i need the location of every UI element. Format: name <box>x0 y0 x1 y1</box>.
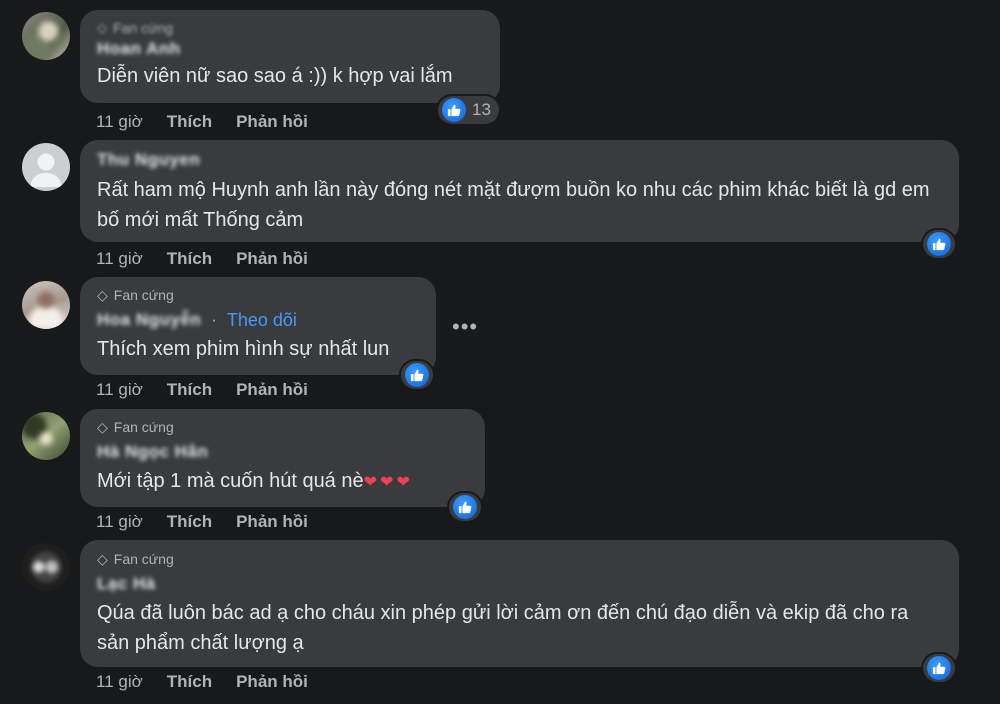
reply-button[interactable]: Phản hồi <box>236 670 308 694</box>
comment-text: Rất ham mộ Huynh anh lần này đóng nét mặ… <box>97 179 930 231</box>
reaction-summary[interactable] <box>401 361 433 389</box>
thumbs-up-icon <box>927 232 951 256</box>
heart-emoji: ❤❤❤ <box>363 474 413 491</box>
author-name[interactable]: Hà Ngọc Hân <box>97 441 208 463</box>
like-button[interactable]: Thích <box>167 247 212 271</box>
default-avatar-icon <box>30 153 62 187</box>
fan-badge: ◇ Fan cứng <box>97 419 174 435</box>
timestamp[interactable]: 11 giờ <box>96 110 143 134</box>
comment-actions: 11 giờ Thích Phản hồi <box>96 110 308 134</box>
avatar[interactable] <box>22 412 70 460</box>
comment-text: Qúa đã luôn bác ad ạ cho cháu xin phép g… <box>97 602 909 654</box>
avatar[interactable] <box>22 281 70 329</box>
avatar[interactable] <box>22 12 70 60</box>
fan-badge: ◇ Fan cứng <box>97 287 174 303</box>
like-button[interactable]: Thích <box>167 378 212 402</box>
more-options-button[interactable]: ••• <box>452 316 478 338</box>
fan-badge: ◇ Fan cứng <box>97 551 174 567</box>
reaction-summary[interactable] <box>923 654 955 682</box>
thumbs-up-icon <box>453 495 477 519</box>
reply-button[interactable]: Phản hồi <box>236 247 308 271</box>
author-name[interactable]: Hoan Anh <box>97 38 181 60</box>
comment-text: Mới tập 1 mà cuốn hút quá nè❤❤❤ <box>97 470 413 492</box>
reply-button[interactable]: Phản hồi <box>236 378 308 402</box>
timestamp[interactable]: 11 giờ <box>96 247 143 271</box>
thumbs-up-icon <box>927 656 951 680</box>
comment-actions: 11 giờ Thích Phản hồi <box>96 510 308 534</box>
timestamp[interactable]: 11 giờ <box>96 670 143 694</box>
diamond-icon: ◇ <box>97 20 107 35</box>
reaction-summary[interactable]: 13 <box>438 96 499 124</box>
comment-text: Diễn viên nữ sao sao á :)) k hợp vai lắm <box>97 65 453 87</box>
reply-button[interactable]: Phản hồi <box>236 510 308 534</box>
avatar[interactable] <box>22 143 70 191</box>
diamond-icon: ◇ <box>97 287 108 303</box>
comment-bubble: ◇ Fan cứng Hà Ngọc Hân Mới tập 1 mà cuốn… <box>80 409 485 507</box>
reaction-summary[interactable] <box>449 493 481 521</box>
author-name[interactable]: Lạc Hà <box>97 573 156 595</box>
follow-link[interactable]: Theo dõi <box>227 309 297 331</box>
fan-badge: ◇ Fan cứng <box>97 20 173 36</box>
thumbs-up-icon <box>405 363 429 387</box>
author-name[interactable]: Thu Nguyen <box>97 149 200 171</box>
like-button[interactable]: Thích <box>167 510 212 534</box>
comment-bubble: Thu Nguyen Rất ham mộ Huynh anh lần này … <box>80 140 959 242</box>
timestamp[interactable]: 11 giờ <box>96 378 143 402</box>
comments-section: ◇ Fan cứng Hoan Anh Diễn viên nữ sao sao… <box>0 0 1000 704</box>
comment-bubble: ◇ Fan cứng Hoan Anh Diễn viên nữ sao sao… <box>80 10 500 103</box>
author-name[interactable]: Hoa Nguyễn <box>97 309 201 331</box>
diamond-icon: ◇ <box>97 419 108 435</box>
comment-text: Thích xem phim hình sự nhất lun <box>97 338 390 360</box>
like-button[interactable]: Thích <box>167 670 212 694</box>
thumbs-up-icon <box>442 98 466 122</box>
comment-actions: 11 giờ Thích Phản hồi <box>96 670 308 694</box>
avatar[interactable] <box>22 543 70 591</box>
comment-actions: 11 giờ Thích Phản hồi <box>96 247 308 271</box>
comment-actions: 11 giờ Thích Phản hồi <box>96 378 308 402</box>
reaction-count: 13 <box>472 100 491 119</box>
diamond-icon: ◇ <box>97 551 108 567</box>
comment-bubble: ◇ Fan cứng Lạc Hà Qúa đã luôn bác ad ạ c… <box>80 540 959 667</box>
reaction-summary[interactable] <box>923 230 955 258</box>
reply-button[interactable]: Phản hồi <box>236 110 308 134</box>
timestamp[interactable]: 11 giờ <box>96 510 143 534</box>
like-button[interactable]: Thích <box>167 110 212 134</box>
comment-bubble: ◇ Fan cứng Hoa Nguyễn · Theo dõi Thích x… <box>80 277 436 375</box>
